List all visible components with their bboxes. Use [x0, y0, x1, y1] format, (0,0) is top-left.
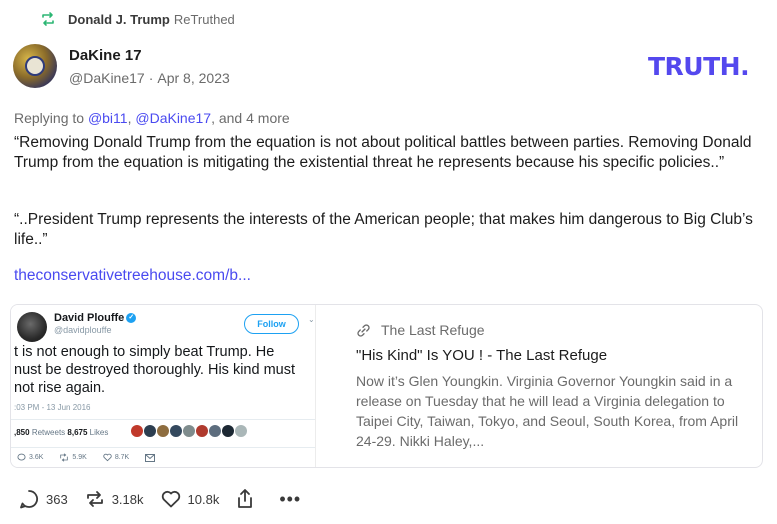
link-icon	[357, 323, 370, 337]
tweet-handle: @davidplouffe	[54, 325, 112, 335]
retruth-button[interactable]: 3.18k	[84, 488, 144, 510]
tweet-likes-count: 8,675	[67, 428, 88, 437]
meta-separator: ·	[148, 70, 154, 86]
tweet-like: 8.7K	[103, 453, 129, 462]
tweet-retweets-count: ,850	[14, 428, 30, 437]
tweet-follow-button: Follow	[244, 314, 299, 334]
retruth-label: ReTruthed	[173, 11, 235, 27]
share-button[interactable]	[235, 488, 261, 510]
reply-button[interactable]: 363	[18, 488, 68, 510]
retruth-icon	[86, 491, 103, 507]
retruth-count: 3.18k	[111, 491, 144, 507]
preview-description: Now it’s Glen Youngkin. Virginia Governo…	[356, 373, 739, 449]
retruth-icon	[42, 12, 54, 26]
tweet-retweets-label: Retweets	[31, 428, 66, 437]
heart-icon	[103, 453, 112, 462]
like-button[interactable]: 10.8k	[160, 488, 220, 510]
reply-icon	[17, 453, 26, 461]
tweet-divider	[11, 419, 315, 420]
tweet-dm	[145, 453, 158, 462]
link-preview-card[interactable]: David Plouffe ✓ @davidplouffe Follow ⌄ t …	[10, 304, 763, 468]
tweet-stats: ,850 Retweets 8,675 Likes	[14, 428, 108, 437]
tweet-author: David Plouffe ✓	[54, 312, 137, 324]
post-link[interactable]: theconservativetreehouse.com/b...	[14, 267, 251, 285]
tweet-reply: 3.6K	[17, 453, 43, 462]
retweet-icon	[60, 453, 69, 462]
mail-icon	[145, 453, 156, 462]
post-paragraph-1: “Removing Donald Trump from the equation…	[14, 134, 752, 171]
author-meta: @DaKine17 · Apr 8, 2023	[69, 70, 234, 86]
author-handle[interactable]: @DaKine17	[69, 70, 145, 86]
mention-bi11[interactable]: @bi11	[88, 110, 128, 126]
logo-dot: .	[740, 52, 750, 81]
post-actions: 363 3.18k 10.8k •••	[18, 488, 301, 510]
replying-to: Replying to @bi11, @DaKine17, and 4 more	[14, 110, 290, 126]
replying-prefix: Replying to	[14, 110, 85, 126]
preview-image: David Plouffe ✓ @davidplouffe Follow ⌄ t …	[11, 305, 316, 467]
tweet-divider	[11, 447, 315, 448]
tweet-likes-label: Likes	[89, 428, 109, 437]
truth-logo[interactable]: TRUTH.	[648, 52, 750, 81]
more-options-button[interactable]: •••	[279, 490, 301, 508]
preview-body: The Last Refuge "His Kind" Is YOU ! - Th…	[316, 305, 762, 467]
reply-count: 363	[46, 491, 68, 507]
comment-icon	[20, 490, 38, 509]
mention-dakine17[interactable]: @DaKine17	[135, 110, 211, 126]
share-icon	[238, 489, 253, 508]
verified-icon: ✓	[126, 313, 137, 324]
tweet-retweet-count: 5.9K	[72, 454, 87, 461]
like-count: 10.8k	[187, 491, 220, 507]
post-date[interactable]: Apr 8, 2023	[157, 70, 229, 86]
tweet-like-count: 8.7K	[114, 454, 130, 461]
preview-title: "His Kind" Is YOU ! - The Last Refuge	[356, 347, 608, 364]
post-paragraph-2: “..President Trump represents the intere…	[14, 211, 753, 248]
retruth-author-name[interactable]: Donald J. Trump	[68, 12, 170, 27]
preview-source: The Last Refuge	[356, 322, 485, 338]
tweet-time: :03 PM - 13 Jun 2016	[14, 403, 91, 412]
chevron-down-icon: ⌄	[308, 315, 315, 324]
tweet-liker-avatars	[131, 425, 248, 437]
tweet-text: t is not enough to simply beat Trump. He…	[14, 344, 296, 396]
tweet-author-name: David Plouffe	[54, 312, 125, 324]
tweet-reply-count: 3.6K	[29, 454, 44, 461]
replying-suffix[interactable]: , and 4 more	[211, 110, 290, 126]
author-name[interactable]: DaKine 17	[69, 47, 142, 64]
retruth-header: Donald J. Trump ReTruthed	[40, 11, 235, 27]
preview-source-name: The Last Refuge	[381, 322, 485, 338]
tweet-actions: 3.6K 5.9K 8.7K	[17, 453, 174, 462]
logo-text: TRUTH	[648, 52, 741, 81]
avatar[interactable]	[13, 44, 57, 88]
tweet-avatar	[17, 312, 47, 342]
heart-icon	[161, 490, 180, 508]
tweet-retweet: 5.9K	[59, 453, 87, 462]
